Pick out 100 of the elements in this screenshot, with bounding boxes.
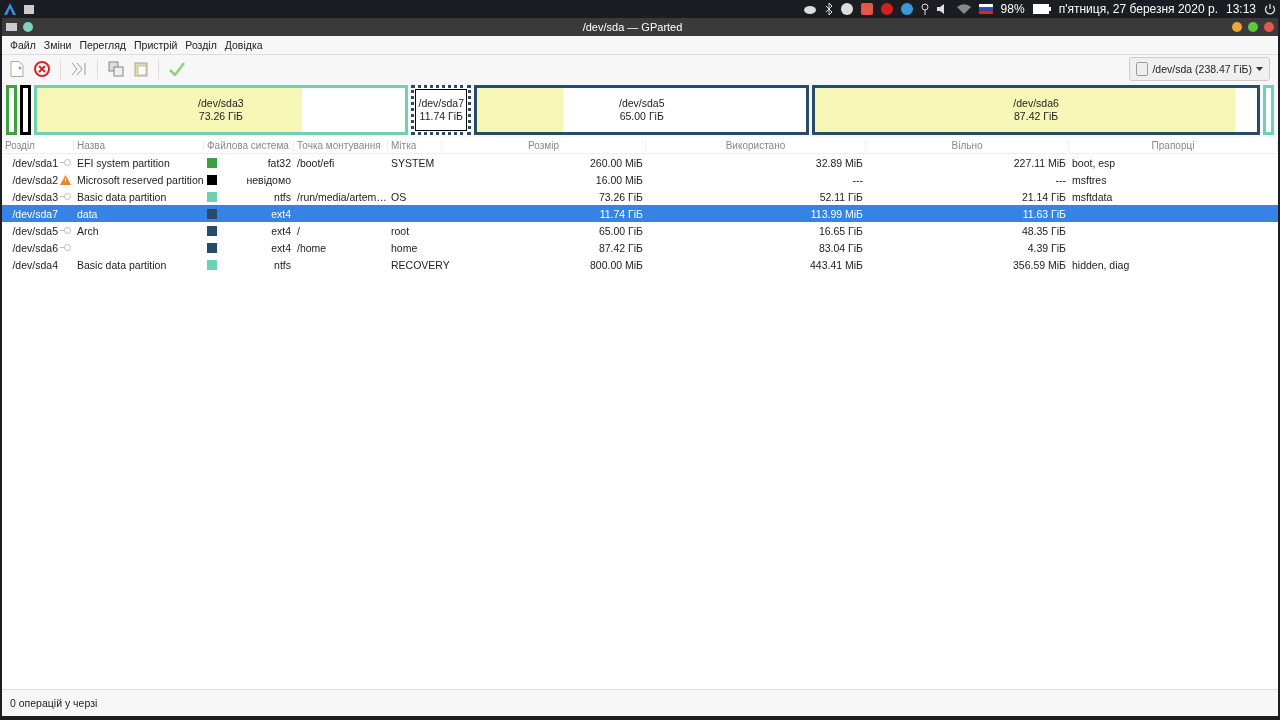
location-icon[interactable] <box>920 3 929 15</box>
menu-item[interactable]: Перегляд <box>75 39 130 51</box>
partition-block[interactable]: /dev/sda3 73.26 ГіБ <box>33 85 409 135</box>
close-button[interactable] <box>1264 22 1274 32</box>
partition-block[interactable]: /dev/sda6 87.42 ГіБ <box>812 85 1261 135</box>
column-header[interactable]: Файлова система <box>204 139 294 151</box>
partition-cell: /dev/sda3 <box>12 190 58 203</box>
status-text: 0 операцій у черзі <box>10 697 98 709</box>
menu-item[interactable]: Файл <box>6 39 40 51</box>
delete-icon[interactable] <box>34 61 50 77</box>
used-cell: 52.11 ГіБ <box>819 190 863 203</box>
partition-block[interactable] <box>19 85 31 135</box>
partition-block[interactable]: /dev/sda7 11.74 ГіБ <box>411 85 472 135</box>
mount-point-cell: /home <box>297 241 327 254</box>
free-cell: 356.59 МіБ <box>1013 258 1066 271</box>
flags-cell: hidden, diag <box>1072 258 1130 271</box>
used-cell: 32.89 МіБ <box>815 156 863 169</box>
size-cell: 16.00 МіБ <box>595 173 643 186</box>
size-cell: 800.00 МіБ <box>590 258 643 271</box>
partition-cell: /dev/sda7 <box>12 207 58 220</box>
column-header[interactable]: Розмір <box>442 139 646 151</box>
label-cell: SYSTEM <box>391 156 435 169</box>
mount-point-cell: / <box>297 224 300 237</box>
clock[interactable]: 13:13 <box>1225 2 1256 16</box>
size-cell: 260.00 МіБ <box>590 156 643 169</box>
filesystem-cell: ext4 <box>271 241 291 254</box>
filesystem-cell: ext4 <box>271 224 291 237</box>
size-cell: 65.00 ГіБ <box>598 224 643 237</box>
column-header[interactable]: Розділ <box>2 139 74 151</box>
filesystem-cell: fat32 <box>267 156 291 169</box>
used-cell: 443.41 МіБ <box>810 258 863 271</box>
size-cell: 73.26 ГіБ <box>598 190 643 203</box>
window-title: /dev/sda — GParted <box>582 21 683 33</box>
menu-item[interactable]: Розділ <box>181 39 221 51</box>
partition-label: /dev/sda5 65.00 ГіБ <box>618 97 665 123</box>
partition-cell: /dev/sda4 <box>12 258 58 271</box>
used-cell: 113.99 МіБ <box>810 207 863 220</box>
bluetooth-icon[interactable] <box>824 3 833 15</box>
name-cell: Microsoft reserved partition <box>77 173 204 186</box>
minimize-button[interactable] <box>1232 22 1242 32</box>
free-cell: 48.35 ГіБ <box>1021 224 1066 237</box>
free-cell: 4.39 ГіБ <box>1027 241 1066 254</box>
device-selector[interactable]: /dev/sda (238.47 ГіБ) <box>1129 57 1270 81</box>
date-text[interactable]: п'ятниця, 27 березня 2020 р. <box>1058 2 1218 16</box>
flags-cell: msftres <box>1072 173 1107 186</box>
battery-icon[interactable] <box>1032 4 1051 14</box>
mount-point-cell: /boot/efi <box>297 156 335 169</box>
name-cell: EFI system partition <box>77 156 170 169</box>
column-header[interactable]: Мітка <box>388 139 442 151</box>
used-cell: 83.04 ГіБ <box>818 241 863 254</box>
flags-cell: msftdata <box>1072 190 1113 203</box>
column-header[interactable]: Прапорці <box>1069 139 1278 151</box>
filesystem-cell: ntfs <box>274 190 291 203</box>
used-cell: --- <box>852 173 863 186</box>
checkmark-icon[interactable] <box>169 62 185 76</box>
filesystem-cell: ntfs <box>274 258 291 271</box>
filesystem-cell: ext4 <box>271 207 291 220</box>
partition-label: /dev/sda7 11.74 ГіБ <box>418 97 465 123</box>
maximize-button[interactable] <box>1248 22 1258 32</box>
partition-cell: /dev/sda1 <box>12 156 58 169</box>
power-icon[interactable] <box>1264 3 1276 15</box>
partition-label: /dev/sda6 87.42 ГіБ <box>1013 97 1059 123</box>
name-cell: data <box>77 207 98 220</box>
telegram-icon[interactable] <box>900 3 913 15</box>
name-cell: Basic data partition <box>77 258 167 271</box>
free-cell: 227.11 МіБ <box>1013 156 1066 169</box>
size-cell: 87.42 ГіБ <box>598 241 643 254</box>
label-cell: RECOVERY <box>391 258 450 271</box>
partition-cell: /dev/sda5 <box>12 224 58 237</box>
wifi-icon[interactable] <box>956 4 971 14</box>
filesystem-cell: невідомо <box>246 173 291 186</box>
caret-icon <box>1256 67 1263 71</box>
column-header[interactable]: Використано <box>646 139 866 151</box>
label-cell: home <box>391 241 418 254</box>
partition-row[interactable]: /dev/sda7 data ext4 11.74 ГіБ 113.99 МіБ 11.63 ГіБ <box>2 205 1278 222</box>
partition-cell: /dev/sda6 <box>12 241 58 254</box>
app-icon[interactable] <box>840 3 853 15</box>
label-cell: root <box>391 224 410 237</box>
column-header[interactable]: Назва <box>74 139 204 151</box>
menu-item[interactable]: Зміни <box>39 39 76 51</box>
size-cell: 11.74 ГіБ <box>599 207 643 220</box>
partition-block[interactable]: /dev/sda5 65.00 ГіБ <box>474 85 810 135</box>
free-cell: 11.63 ГіБ <box>1022 207 1066 220</box>
column-header[interactable]: Вільно <box>866 139 1069 151</box>
column-header[interactable]: Точка монтування <box>294 139 388 151</box>
app-icon <box>6 23 17 31</box>
mount-point-cell: /run/media/artem… <box>297 190 387 203</box>
flags-cell: boot, esp <box>1072 156 1116 169</box>
name-cell: Basic data partition <box>77 190 167 203</box>
menu-item[interactable]: Пристрій <box>130 39 182 51</box>
menu-item[interactable]: Довідка <box>220 39 267 51</box>
window-icon[interactable] <box>24 4 34 14</box>
flag-icon[interactable] <box>978 4 993 14</box>
free-cell: --- <box>1055 173 1066 186</box>
logo-icon[interactable] <box>4 3 16 15</box>
label-cell: OS <box>391 190 407 203</box>
pin-button[interactable] <box>23 22 33 32</box>
partition-cell: /dev/sda2 <box>12 173 58 186</box>
free-cell: 21.14 ГіБ <box>1021 190 1066 203</box>
battery-percent: 98% <box>1000 2 1025 16</box>
